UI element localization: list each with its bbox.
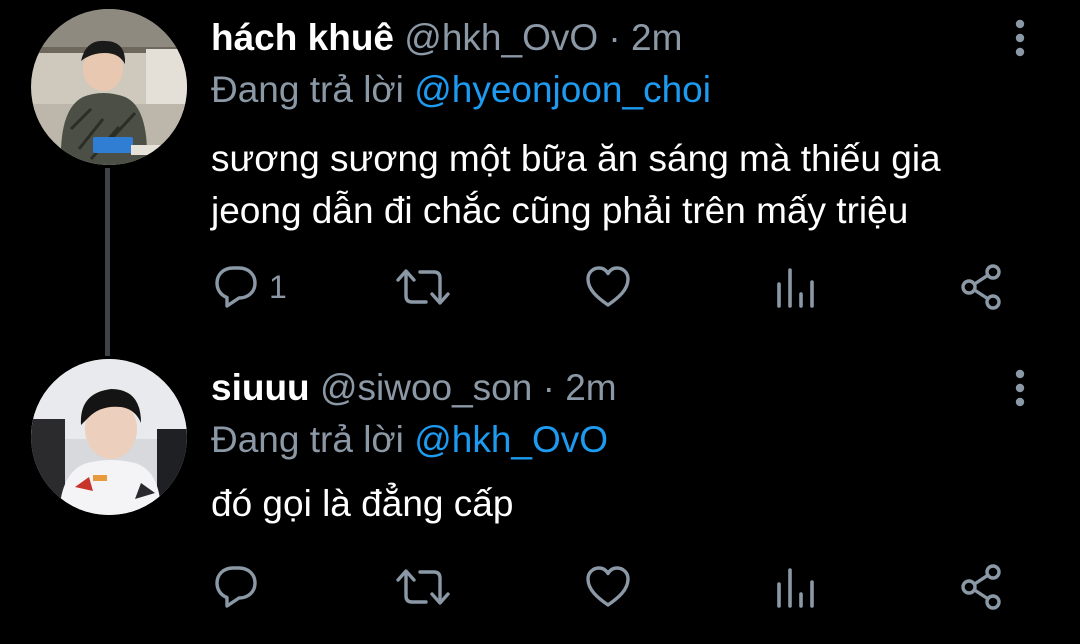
retweet-icon (396, 569, 450, 605)
display-name[interactable]: hách khuê (211, 17, 394, 58)
avatar-photo (31, 359, 187, 515)
reply-icon (215, 566, 257, 608)
display-name[interactable]: siuuu (211, 367, 310, 408)
timestamp: 2m (565, 367, 617, 408)
replying-to-link[interactable]: @hyeonjoon_choi (414, 69, 711, 110)
avatar[interactable] (31, 359, 187, 515)
tweet[interactable]: hách khuê @hkh_OvO · 2m Đang trả lời @hy… (0, 0, 1080, 330)
like-icon (586, 266, 630, 307)
more-options-icon[interactable] (1008, 366, 1032, 410)
reply-thread: hách khuê @hkh_OvO · 2m Đang trả lời @hy… (0, 0, 1080, 644)
reply-button[interactable] (213, 562, 269, 612)
replying-to-label: Đang trả lời (211, 419, 404, 460)
share-button[interactable] (958, 262, 1006, 312)
tweet-actions: 1 (0, 262, 1080, 312)
separator-dot: · (542, 367, 555, 408)
reply-count: 1 (269, 268, 287, 305)
analytics-button[interactable] (775, 562, 817, 612)
user-handle[interactable]: @hkh_OvO (404, 17, 598, 58)
replying-to: Đang trả lời @hkh_OvO (211, 418, 608, 462)
replying-to-label: Đang trả lời (211, 69, 404, 110)
user-handle[interactable]: @siwoo_son (320, 367, 532, 408)
tweet-actions (0, 562, 1080, 612)
tweet-header: hách khuê @hkh_OvO · 2m (211, 16, 682, 60)
separator-dot: · (608, 17, 621, 58)
share-icon (961, 264, 1001, 310)
tweet-text-line: jeong dẫn đi chắc cũng phải trên mấy tri… (211, 190, 909, 231)
tweet-text: sương sương một bữa ăn sáng mà thiếu gia… (211, 133, 1031, 237)
avatar[interactable] (31, 9, 187, 165)
avatar-photo (31, 9, 187, 165)
analytics-icon (777, 568, 814, 608)
retweet-button[interactable] (396, 262, 450, 312)
like-icon (586, 566, 630, 607)
timestamp: 2m (631, 17, 683, 58)
more-options-icon[interactable] (1008, 16, 1032, 60)
tweet-text-line: đó gọi là đẳng cấp (211, 483, 514, 524)
analytics-icon (777, 268, 814, 308)
tweet-text-line: sương sương một bữa ăn sáng mà thiếu gia (211, 138, 941, 179)
retweet-button[interactable] (396, 562, 450, 612)
replying-to-link[interactable]: @hkh_OvO (414, 419, 608, 460)
like-button[interactable] (584, 562, 632, 612)
tweet-text: đó gọi là đẳng cấp (211, 478, 1031, 530)
reply-button[interactable]: 1 (213, 262, 287, 312)
tweet[interactable]: siuuu @siwoo_son · 2m Đang trả lời @hkh_… (0, 348, 1080, 644)
share-button[interactable] (958, 562, 1006, 612)
tweet-header: siuuu @siwoo_son · 2m (211, 366, 617, 410)
retweet-icon (396, 269, 450, 305)
reply-icon (215, 266, 257, 308)
share-icon (961, 564, 1001, 610)
replying-to: Đang trả lời @hyeonjoon_choi (211, 68, 711, 112)
analytics-button[interactable] (775, 262, 817, 312)
like-button[interactable] (584, 262, 632, 312)
